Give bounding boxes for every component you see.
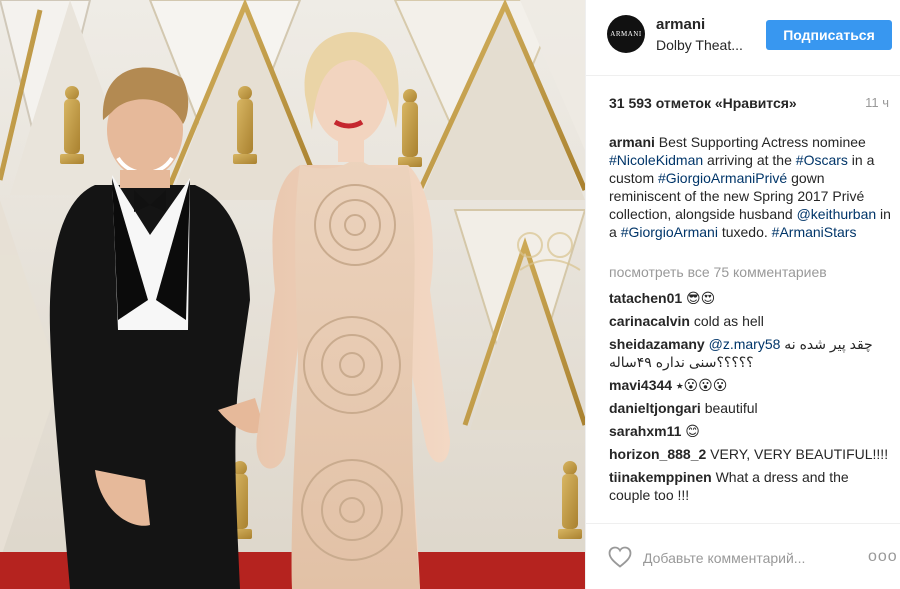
comment-username-link[interactable]: carinacalvin <box>609 313 690 329</box>
location-link[interactable]: Dolby Theat... <box>656 37 743 53</box>
post-time[interactable]: 11 ч <box>865 95 889 110</box>
comment-item: horizon_888_2 VERY, VERY BEAUTIFUL!!!! <box>609 445 891 463</box>
comment-item: tiinakemppinen What a dress and the coup… <box>609 468 891 504</box>
instagram-post-view: ARMANI armani Dolby Theat... Подписаться… <box>0 0 900 589</box>
heart-outline-icon[interactable] <box>608 546 632 568</box>
comment-item: sheidazamany @z.mary58 چقد پیر شده نه ؟؟… <box>609 335 891 371</box>
add-comment-input[interactable]: Добавьте комментарий... <box>643 550 805 566</box>
likes-row: 31 593 отметок «Нравится» 11 ч <box>609 95 889 113</box>
comment-username-link[interactable]: danieltjongari <box>609 400 701 416</box>
comment-text: ⭑😮😮😮 <box>675 377 728 393</box>
hashtag-link[interactable]: #NicoleKidman <box>609 152 703 168</box>
comment-item: danieltjongari beautiful <box>609 399 891 417</box>
comment-text: VERY, VERY BEAUTIFUL!!!! <box>710 446 889 462</box>
comment-text: 😎😍 <box>686 290 716 306</box>
hashtag-link[interactable]: #Oscars <box>796 152 848 168</box>
post-caption: armani Best Supporting Actress nominee #… <box>609 133 891 241</box>
hashtag-link[interactable]: #ArmaniStars <box>772 224 857 240</box>
comment-username-link[interactable]: horizon_888_2 <box>609 446 706 462</box>
comment-text: cold as hell <box>693 313 764 329</box>
post-header: ARMANI armani Dolby Theat... Подписаться <box>586 0 900 76</box>
comment-username-link[interactable]: sarahxm11 <box>609 423 681 439</box>
comment-username-link[interactable]: tatachen01 <box>609 290 682 306</box>
comment-item: sarahxm11 😊 <box>609 422 891 440</box>
caption-text-2: arriving at the <box>703 152 796 168</box>
caption-text-1: Best Supporting Actress nominee <box>654 134 866 150</box>
caption-text-6: tuxedo. <box>717 224 772 240</box>
comment-item: carinacalvin cold as hell <box>609 312 891 330</box>
avatar-logo-text: ARMANI <box>610 30 642 38</box>
more-options-icon[interactable]: ooo <box>868 548 898 566</box>
post-footer: Добавьте комментарий... ooo <box>586 523 900 589</box>
view-all-comments-link[interactable]: посмотреть все 75 комментариев <box>609 264 827 280</box>
comment-text: 😊 <box>685 423 700 439</box>
comment-mention-link[interactable]: @z.mary58 <box>709 336 781 352</box>
comment-username-link[interactable]: mavi4344 <box>609 377 672 393</box>
comment-username-link[interactable]: sheidazamany <box>609 336 705 352</box>
comment-username-link[interactable]: tiinakemppinen <box>609 469 712 485</box>
comment-item: tatachen01 😎😍 <box>609 289 891 307</box>
post-info-panel: ARMANI armani Dolby Theat... Подписаться… <box>585 0 900 589</box>
caption-username-link[interactable]: armani <box>609 134 655 150</box>
likes-count[interactable]: 31 593 отметок «Нравится» <box>609 95 797 111</box>
post-photo[interactable] <box>0 0 585 589</box>
follow-button[interactable]: Подписаться <box>766 20 892 50</box>
hashtag-link[interactable]: #GiorgioArmani <box>621 224 718 240</box>
hashtag-link[interactable]: #GiorgioArmaniPrivé <box>658 170 787 186</box>
mention-link[interactable]: @keithurban <box>797 206 877 222</box>
comments-list: tatachen01 😎😍 carinacalvin cold as hell … <box>609 289 891 523</box>
comment-item: mavi4344 ⭑😮😮😮 <box>609 376 891 394</box>
account-avatar[interactable]: ARMANI <box>607 15 645 53</box>
account-username-link[interactable]: armani <box>656 16 705 33</box>
red-carpet-photo-illustration <box>0 0 585 589</box>
comment-text: beautiful <box>704 400 758 416</box>
